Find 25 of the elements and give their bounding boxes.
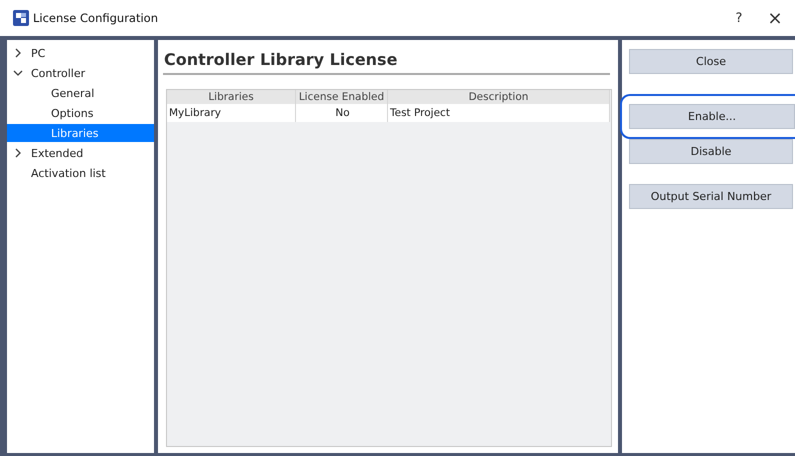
tree-item[interactable]: Activation list bbox=[31, 164, 106, 182]
chevron-right-icon[interactable] bbox=[13, 48, 23, 58]
tree-item[interactable]: Controller bbox=[31, 64, 86, 82]
action-button[interactable]: Enable... bbox=[629, 104, 795, 129]
column-header[interactable]: Description bbox=[388, 90, 610, 104]
page-heading: Controller Library License bbox=[163, 50, 610, 75]
column-header[interactable]: License Enabled bbox=[296, 90, 388, 104]
action-button[interactable]: Close bbox=[629, 49, 793, 74]
app-icon bbox=[13, 10, 29, 26]
tree-item[interactable]: PC bbox=[31, 44, 46, 62]
table-cell: No bbox=[296, 104, 388, 122]
tree-item[interactable]: Extended bbox=[31, 144, 84, 162]
action-button[interactable]: Output Serial Number bbox=[629, 184, 793, 209]
close-button[interactable]: × bbox=[757, 8, 793, 28]
window-title: License Configuration bbox=[33, 11, 158, 25]
help-button[interactable]: ? bbox=[721, 10, 757, 26]
tree-item[interactable]: General bbox=[7, 84, 154, 102]
table-cell: MyLibrary bbox=[167, 104, 296, 122]
tree-item[interactable]: Options bbox=[7, 104, 154, 122]
action-button[interactable]: Disable bbox=[629, 139, 793, 164]
chevron-down-icon[interactable] bbox=[13, 68, 23, 78]
table-cell: Test Project bbox=[388, 104, 610, 122]
tree-item[interactable]: Libraries bbox=[7, 124, 154, 142]
chevron-right-icon[interactable] bbox=[13, 148, 23, 158]
column-header[interactable]: Libraries bbox=[167, 90, 296, 104]
